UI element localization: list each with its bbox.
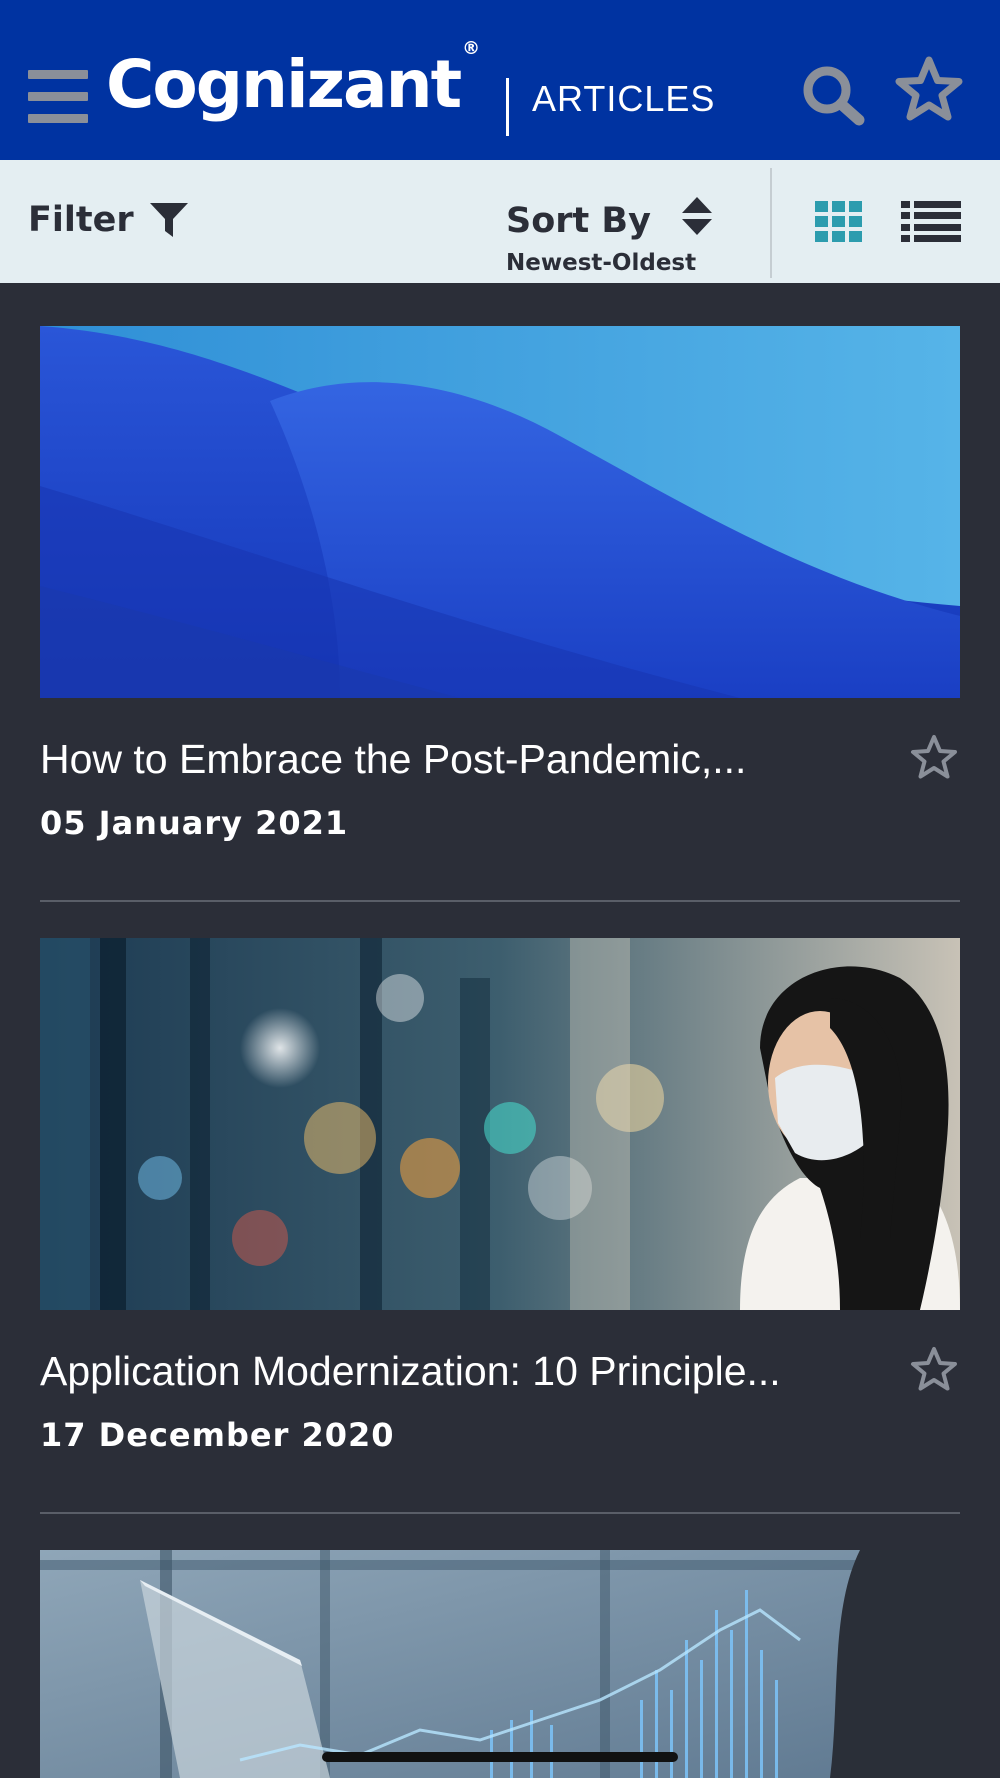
- sort-button[interactable]: Sort By: [506, 196, 713, 241]
- article-card[interactable]: [40, 1550, 960, 1778]
- favorites-star-icon[interactable]: [894, 56, 964, 122]
- article-image[interactable]: [40, 326, 960, 698]
- toolbar-divider: [770, 168, 772, 278]
- favorite-star-icon[interactable]: [910, 734, 958, 780]
- article-divider: [40, 900, 960, 902]
- section-title: ARTICLES: [532, 78, 716, 119]
- article-date: 17 December 2020: [40, 1416, 395, 1454]
- search-icon[interactable]: [800, 62, 866, 128]
- brand-logo[interactable]: Cognizant ®: [106, 40, 480, 118]
- article-title[interactable]: How to Embrace the Post-Pandemic,...: [40, 736, 860, 783]
- filter-button[interactable]: Filter: [28, 200, 190, 240]
- article-image[interactable]: [40, 938, 960, 1310]
- brand-registered-mark: ®: [462, 38, 481, 59]
- article-date: 05 January 2021: [40, 804, 349, 842]
- sort-value: Newest-Oldest: [506, 250, 697, 276]
- list-view-icon[interactable]: [900, 200, 962, 244]
- favorite-star-icon[interactable]: [910, 1346, 958, 1392]
- article-image[interactable]: [40, 1550, 960, 1778]
- sort-label: Sort By: [506, 201, 651, 241]
- filter-label: Filter: [28, 200, 134, 240]
- menu-icon[interactable]: [28, 70, 88, 124]
- article-divider: [40, 1512, 960, 1514]
- sort-arrows-icon: [682, 197, 713, 235]
- brand-name: Cognizant: [106, 46, 462, 123]
- app-header: Cognizant ® ARTICLES: [0, 0, 1000, 160]
- grid-view-icon[interactable]: [814, 200, 864, 244]
- filter-sort-toolbar: Filter Sort By Newest-Oldest: [0, 160, 1000, 283]
- article-card[interactable]: How to Embrace the Post-Pandemic,... 05 …: [40, 326, 960, 906]
- header-divider: [506, 78, 509, 136]
- home-indicator[interactable]: [322, 1752, 678, 1762]
- funnel-icon: [149, 203, 188, 237]
- article-title[interactable]: Application Modernization: 10 Principle.…: [40, 1348, 860, 1395]
- article-card[interactable]: Application Modernization: 10 Principle.…: [40, 938, 960, 1518]
